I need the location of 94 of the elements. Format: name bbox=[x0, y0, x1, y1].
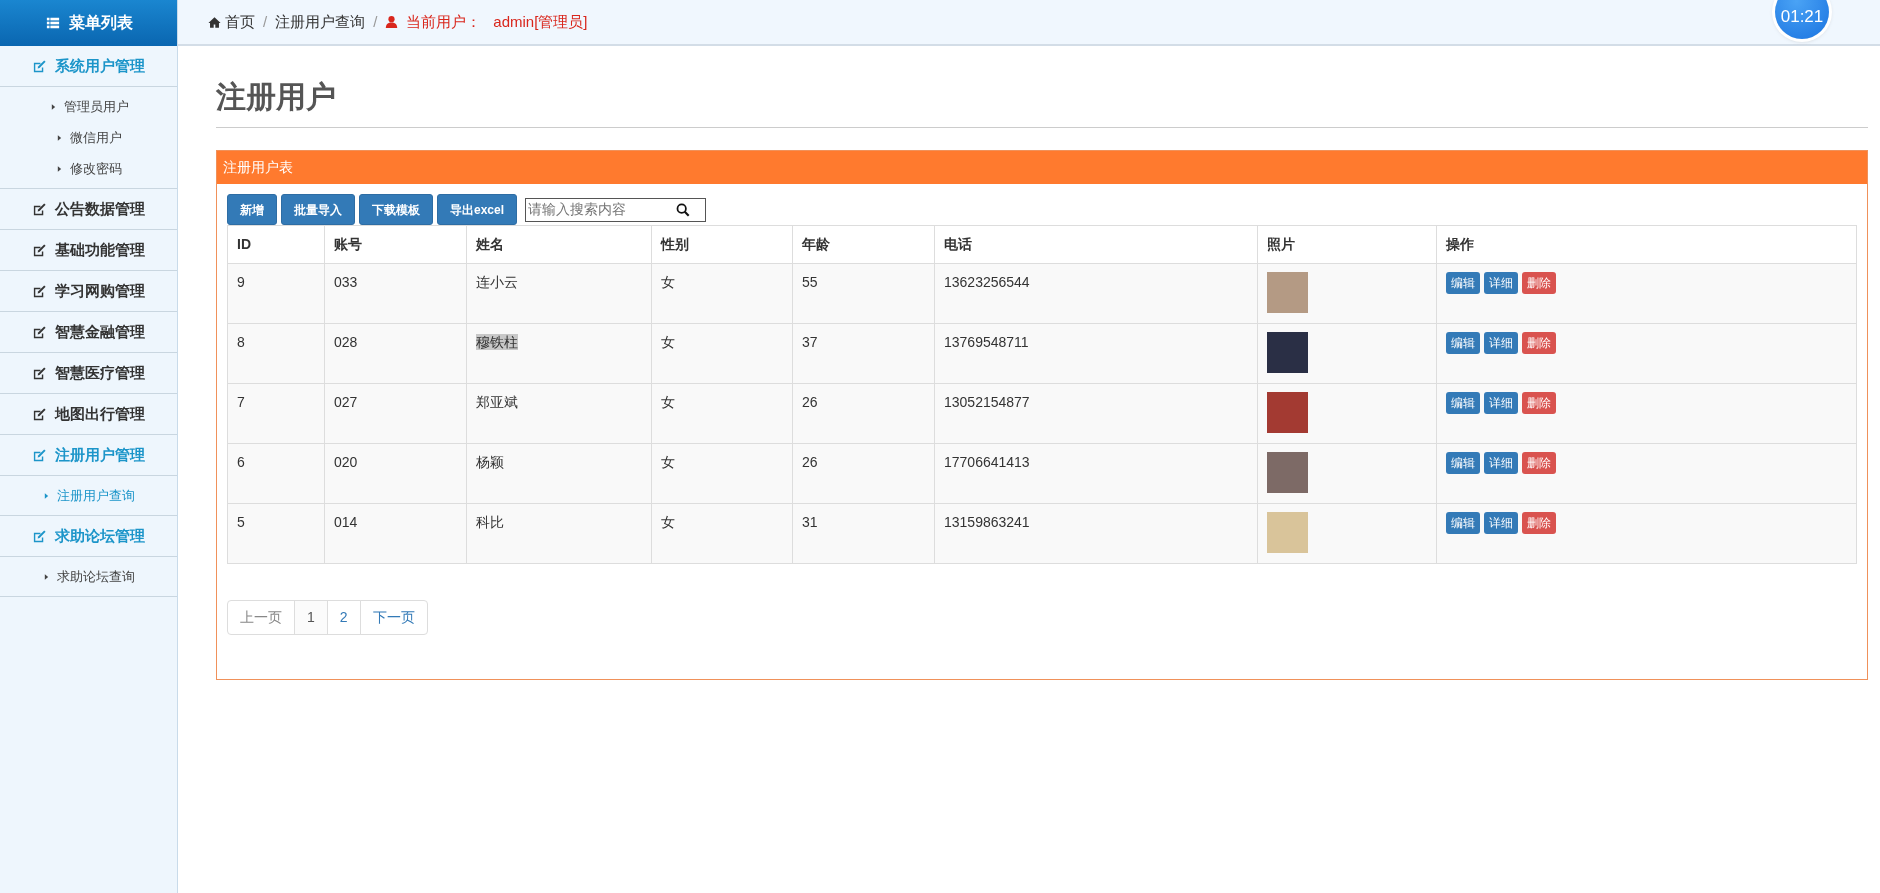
table-cell: 女 bbox=[651, 323, 793, 384]
sidebar-item[interactable]: 修改密码 bbox=[0, 153, 177, 184]
edit-icon bbox=[32, 58, 47, 74]
table-cell: 女 bbox=[651, 263, 793, 324]
table-cell: 13159863241 bbox=[934, 503, 1258, 564]
column-header: 性别 bbox=[651, 225, 793, 264]
table-cell: 郑亚斌 bbox=[466, 383, 652, 444]
table-cell: 9 bbox=[227, 263, 325, 324]
breadcrumb-link[interactable]: 首页 bbox=[208, 10, 255, 34]
edit-icon bbox=[32, 528, 47, 544]
photo-placeholder bbox=[1267, 512, 1308, 553]
table-cell: 31 bbox=[792, 503, 935, 564]
action-button[interactable]: 编辑 bbox=[1446, 392, 1480, 414]
action-button[interactable]: 编辑 bbox=[1446, 272, 1480, 294]
sidebar-title: 菜单列表 bbox=[68, 13, 133, 33]
home-icon bbox=[208, 15, 221, 29]
sidebar-item[interactable]: 注册用户查询 bbox=[0, 480, 177, 511]
edit-icon bbox=[32, 242, 47, 258]
breadcrumb-link[interactable]: 注册用户查询 bbox=[275, 10, 366, 34]
photo-placeholder bbox=[1267, 452, 1308, 493]
column-header: 姓名 bbox=[466, 225, 652, 264]
table-cell: 女 bbox=[651, 383, 793, 444]
action-button[interactable]: 详细 bbox=[1484, 452, 1518, 474]
toolbar-button[interactable]: 导出excel bbox=[437, 194, 518, 225]
delete-button[interactable]: 删除 bbox=[1522, 452, 1556, 474]
table-cell: 37 bbox=[792, 323, 935, 384]
list-icon bbox=[44, 16, 61, 30]
selected-text: 穆铁柱 bbox=[476, 334, 518, 350]
table-cell: 17706641413 bbox=[934, 443, 1258, 504]
page-link[interactable]: 2 bbox=[326, 600, 361, 635]
action-button[interactable]: 详细 bbox=[1484, 512, 1518, 534]
column-header: 电话 bbox=[934, 225, 1258, 264]
panel-title: 注册用户表 bbox=[217, 151, 1867, 184]
table-cell: 13623256544 bbox=[934, 263, 1258, 324]
table-cell: 13769548711 bbox=[934, 323, 1258, 384]
toolbar-button[interactable]: 新增 bbox=[227, 194, 277, 225]
action-button[interactable]: 编辑 bbox=[1446, 452, 1480, 474]
page-link[interactable]: 下一页 bbox=[359, 600, 428, 635]
table-cell: 033 bbox=[324, 263, 467, 324]
sidebar-item[interactable]: 求助论坛查询 bbox=[0, 561, 177, 592]
action-button[interactable]: 详细 bbox=[1484, 392, 1518, 414]
table-cell: 028 bbox=[324, 323, 467, 384]
table-cell: 连小云 bbox=[466, 263, 652, 324]
table-cell: 13052154877 bbox=[934, 383, 1258, 444]
timer-badge: 01:21 bbox=[1775, 0, 1829, 39]
delete-button[interactable]: 删除 bbox=[1522, 272, 1556, 294]
sidebar-item[interactable]: 微信用户 bbox=[0, 122, 177, 153]
toolbar-button[interactable]: 批量导入 bbox=[281, 194, 355, 225]
toolbar-button[interactable]: 下载模板 bbox=[359, 194, 433, 225]
current-user-label: 当前用户： bbox=[385, 10, 482, 34]
sidebar-item[interactable]: 管理员用户 bbox=[0, 91, 177, 122]
table-cell: 26 bbox=[792, 383, 935, 444]
column-header: ID bbox=[227, 225, 325, 264]
edit-icon bbox=[32, 201, 47, 217]
table-cell: 女 bbox=[651, 503, 793, 564]
table-cell: 7 bbox=[227, 383, 325, 444]
table-cell: 027 bbox=[324, 383, 467, 444]
breadcrumb-separator: / bbox=[263, 11, 268, 32]
column-header: 操作 bbox=[1436, 225, 1857, 264]
user-icon bbox=[385, 15, 399, 29]
page-title: 注册用户 bbox=[216, 74, 1868, 128]
edit-icon bbox=[32, 406, 47, 422]
search-icon bbox=[676, 202, 691, 217]
table-cell: 8 bbox=[227, 323, 325, 384]
delete-button[interactable]: 删除 bbox=[1522, 512, 1556, 534]
table-cell: 26 bbox=[792, 443, 935, 504]
action-button[interactable]: 编辑 bbox=[1446, 332, 1480, 354]
edit-icon bbox=[32, 324, 47, 340]
table-cell: 科比 bbox=[466, 503, 652, 564]
table-cell: 014 bbox=[324, 503, 467, 564]
action-button[interactable]: 详细 bbox=[1484, 332, 1518, 354]
breadcrumb-separator: / bbox=[373, 11, 378, 32]
column-header: 照片 bbox=[1257, 225, 1437, 264]
edit-icon bbox=[32, 447, 47, 463]
search-field[interactable]: 请输入搜索内容 bbox=[525, 197, 707, 222]
table-cell: 020 bbox=[324, 443, 467, 504]
page-link[interactable]: 1 bbox=[294, 600, 328, 635]
table-cell: 5 bbox=[227, 503, 325, 564]
column-header: 年龄 bbox=[792, 225, 935, 264]
column-header: 账号 bbox=[324, 225, 467, 264]
action-button[interactable]: 详细 bbox=[1484, 272, 1518, 294]
table-cell: 杨颖 bbox=[466, 443, 652, 504]
delete-button[interactable]: 删除 bbox=[1522, 392, 1556, 414]
edit-icon bbox=[32, 365, 47, 381]
photo-placeholder bbox=[1267, 332, 1308, 373]
table-cell: 6 bbox=[227, 443, 325, 504]
current-user-name: admin[管理员] bbox=[493, 11, 588, 32]
delete-button[interactable]: 删除 bbox=[1522, 332, 1556, 354]
action-button[interactable]: 编辑 bbox=[1446, 512, 1480, 534]
photo-placeholder bbox=[1267, 392, 1308, 433]
table-cell: 女 bbox=[651, 443, 793, 504]
photo-placeholder bbox=[1267, 272, 1308, 313]
table-cell: 55 bbox=[792, 263, 935, 324]
edit-icon bbox=[32, 283, 47, 299]
